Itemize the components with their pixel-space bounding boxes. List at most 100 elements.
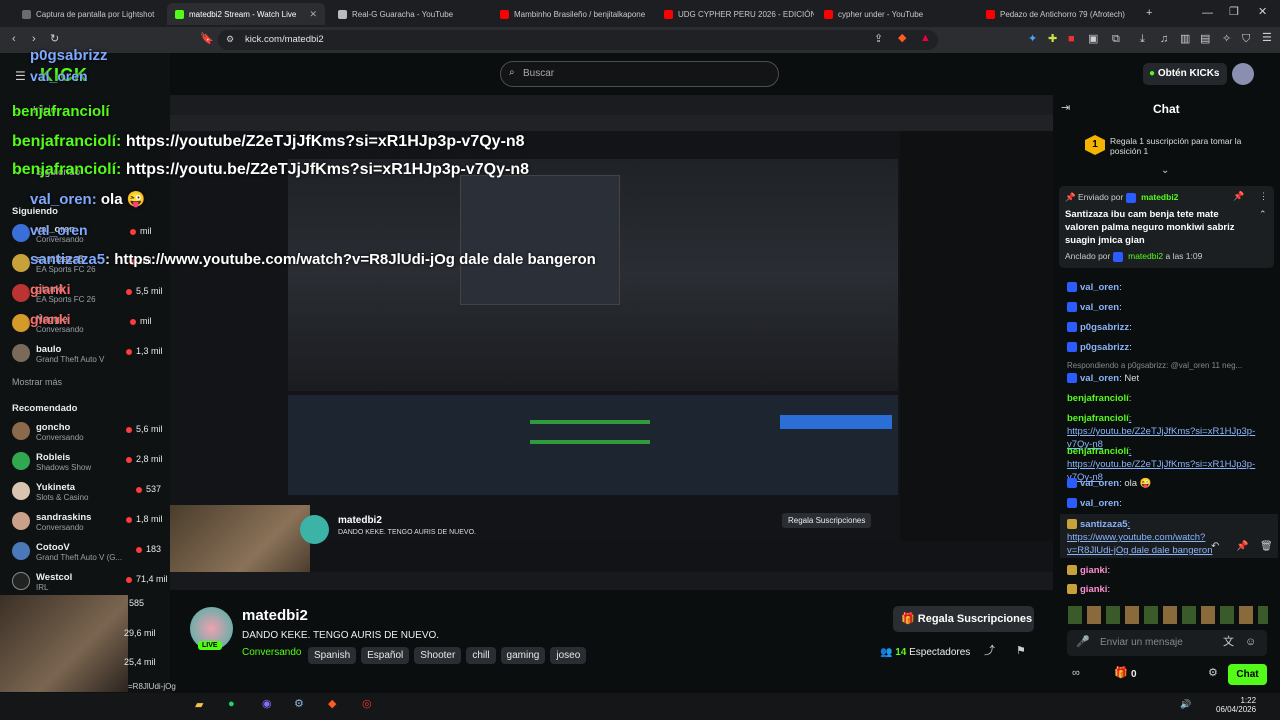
menu-icon[interactable]: ☰	[1262, 33, 1272, 44]
minimize-icon[interactable]: —	[1202, 8, 1213, 19]
tag-chip[interactable]: gaming	[500, 647, 546, 664]
microphone-icon[interactable]: 🎤	[1076, 637, 1090, 648]
gift-icon[interactable]: 🎁	[1114, 668, 1128, 679]
music-icon[interactable]: ♫	[1160, 34, 1168, 45]
collapse-pinned-icon[interactable]: ⌃	[1259, 210, 1267, 219]
viewer-count: 1,3 mil	[126, 346, 163, 356]
tab-mambinho[interactable]: Mambinho Brasileño / benjitalkapone	[492, 3, 654, 25]
record-extension-icon[interactable]: ■	[1068, 34, 1075, 45]
maximize-icon[interactable]: ❐	[1229, 7, 1239, 18]
chat-input[interactable]: 🎤 Enviar un mensaje 文 ☺	[1067, 630, 1267, 656]
youtube-icon	[986, 9, 995, 19]
tab-udg-cypher[interactable]: UDG CYPHER PERU 2026 - EDICIÓN	[656, 3, 814, 25]
chat-username[interactable]: p0gsabrizz	[1080, 342, 1129, 353]
wallet-icon[interactable]: ▤	[1200, 34, 1210, 45]
chat-username[interactable]: gianki	[1080, 584, 1107, 595]
camera-extension-icon[interactable]: ▣	[1088, 34, 1098, 45]
chat-username[interactable]: val_oren	[1080, 282, 1119, 293]
tag-chip[interactable]: joseo	[550, 647, 587, 664]
chat-username[interactable]: val_oren	[1080, 373, 1119, 384]
leaderboard-rank-badge[interactable]: 1	[1085, 135, 1105, 155]
close-tab-icon[interactable]: ✕	[309, 9, 317, 20]
chat-username[interactable]: benjafranciolí	[1067, 446, 1129, 457]
download-icon[interactable]: ⤓	[1140, 34, 1145, 45]
extension-icon[interactable]: ✚	[1048, 34, 1057, 45]
tab-lightshot[interactable]: Captura de pantalla por Lightshot	[14, 3, 162, 25]
report-icon[interactable]: ⚑	[1016, 646, 1026, 657]
translate-extension-icon[interactable]: ✦	[1028, 34, 1037, 45]
vpn-icon[interactable]: ⛉	[1242, 34, 1250, 45]
chat-username[interactable]: santizaza5	[1080, 519, 1128, 530]
site-info-icon[interactable]: ⚙	[226, 35, 234, 44]
tab-cypher-under[interactable]: cypher under - YouTube	[816, 3, 976, 25]
hamburger-icon[interactable]: ☰	[15, 70, 26, 82]
settings-icon[interactable]: ⚙	[1208, 668, 1218, 679]
send-chat-button[interactable]: Chat	[1228, 664, 1267, 685]
volume-icon[interactable]: 🔊	[1180, 700, 1191, 709]
emote-quickbar[interactable]	[1068, 606, 1268, 624]
recorder-icon[interactable]: ◎	[362, 699, 372, 710]
channel-name[interactable]: matedbi2	[242, 607, 308, 624]
chat-username[interactable]: val_oren	[1080, 478, 1119, 489]
chat-username[interactable]: benjafranciolí	[1067, 393, 1129, 404]
new-tab-icon[interactable]: +	[1146, 8, 1152, 19]
spotify-icon[interactable]: ●	[228, 699, 235, 710]
file-explorer-icon[interactable]: ▰	[195, 700, 203, 711]
steam-icon[interactable]: ⚙	[294, 699, 304, 710]
chat-username[interactable]: p0gsabrizz	[1080, 322, 1129, 333]
chat-username[interactable]: gianki	[1080, 565, 1107, 576]
show-more-link[interactable]: Mostrar más	[12, 377, 62, 387]
nested-address-bar	[170, 115, 1053, 131]
rewards-icon[interactable]: ▲	[920, 33, 931, 44]
translate-icon[interactable]: 文	[1223, 637, 1234, 648]
tag-chip[interactable]: Español	[361, 647, 410, 664]
pinned-sender[interactable]: matedbi2	[1141, 192, 1178, 202]
tag-chip[interactable]: chill	[466, 647, 496, 664]
bookmark-icon[interactable]: 🔖	[200, 34, 214, 45]
reply-icon[interactable]: ↶	[1211, 542, 1219, 552]
discord-icon[interactable]: ◉	[262, 699, 272, 710]
puzzle-icon[interactable]: ⧉	[1112, 34, 1120, 45]
user-avatar[interactable]	[1232, 63, 1254, 85]
brave-icon[interactable]: ◆	[328, 699, 336, 710]
chat-username[interactable]: benjafranciolí	[1067, 413, 1129, 424]
emoji-picker-icon[interactable]: ☺	[1245, 637, 1256, 648]
expand-icon[interactable]: ⌄	[1161, 166, 1169, 176]
pinned-by-user[interactable]: matedbi2	[1128, 251, 1163, 261]
os-taskbar: ▰ ● ◉ ⚙ ◆ ◎ 🔊 1:22 06/04/2026	[0, 693, 1280, 720]
viewer-count: 14	[895, 647, 907, 658]
gift-subs-button[interactable]: 🎁 Regala Suscripciones	[893, 606, 1034, 632]
tag-chip[interactable]: Spanish	[308, 647, 357, 664]
tab-realg[interactable]: Real-G Guaracha - YouTube	[330, 3, 490, 25]
gift-promo-text[interactable]: Regala 1 suscripción para tomar la posic…	[1110, 136, 1265, 156]
close-window-icon[interactable]: ✕	[1258, 7, 1267, 18]
stream-category[interactable]: Conversando	[242, 647, 301, 658]
badge-icon	[1067, 342, 1077, 353]
forward-icon[interactable]: ›	[32, 34, 36, 45]
chat-text: :	[1119, 302, 1122, 313]
sidebar-toggle-icon[interactable]: ▥	[1180, 34, 1190, 45]
reload-icon[interactable]: ↻	[50, 34, 59, 45]
share-icon[interactable]: ⇪	[874, 34, 883, 45]
get-kicks-button[interactable]: ● Obtén KICKs	[1143, 63, 1227, 85]
kick-points-icon[interactable]: ∞	[1072, 668, 1080, 679]
collapse-chat-icon[interactable]: ⇥	[1061, 103, 1070, 114]
url-field[interactable]: ⚙ kick.com/matedbi2	[218, 30, 938, 50]
delete-icon[interactable]: 🗑	[1260, 542, 1273, 552]
more-options-icon[interactable]: ⋮	[1259, 192, 1268, 201]
share-icon[interactable]: ⤴	[984, 646, 995, 657]
tab-antichorro[interactable]: Pedazo de Antichorro 79 (Afrotech)	[978, 3, 1138, 25]
search-input[interactable]: ⌕ Buscar	[500, 61, 779, 87]
chat-username[interactable]: val_oren	[1080, 302, 1119, 313]
leo-ai-icon[interactable]: ✧	[1222, 34, 1231, 45]
chat-username[interactable]: val_oren	[1080, 498, 1119, 509]
pin-message-icon[interactable]: 📌	[1236, 542, 1248, 552]
brave-shield-icon[interactable]: ◆	[898, 33, 906, 44]
tab-kick-stream[interactable]: matedbi2 Stream - Watch Live ✕	[167, 3, 325, 25]
audio-meter	[530, 440, 650, 444]
overlay-username: santizaza5	[30, 251, 106, 268]
tag-chip[interactable]: Shooter	[414, 647, 462, 664]
unpin-icon[interactable]: 📌	[1233, 192, 1244, 201]
clock[interactable]: 1:22 06/04/2026	[1216, 696, 1256, 714]
back-icon[interactable]: ‹	[12, 34, 16, 45]
